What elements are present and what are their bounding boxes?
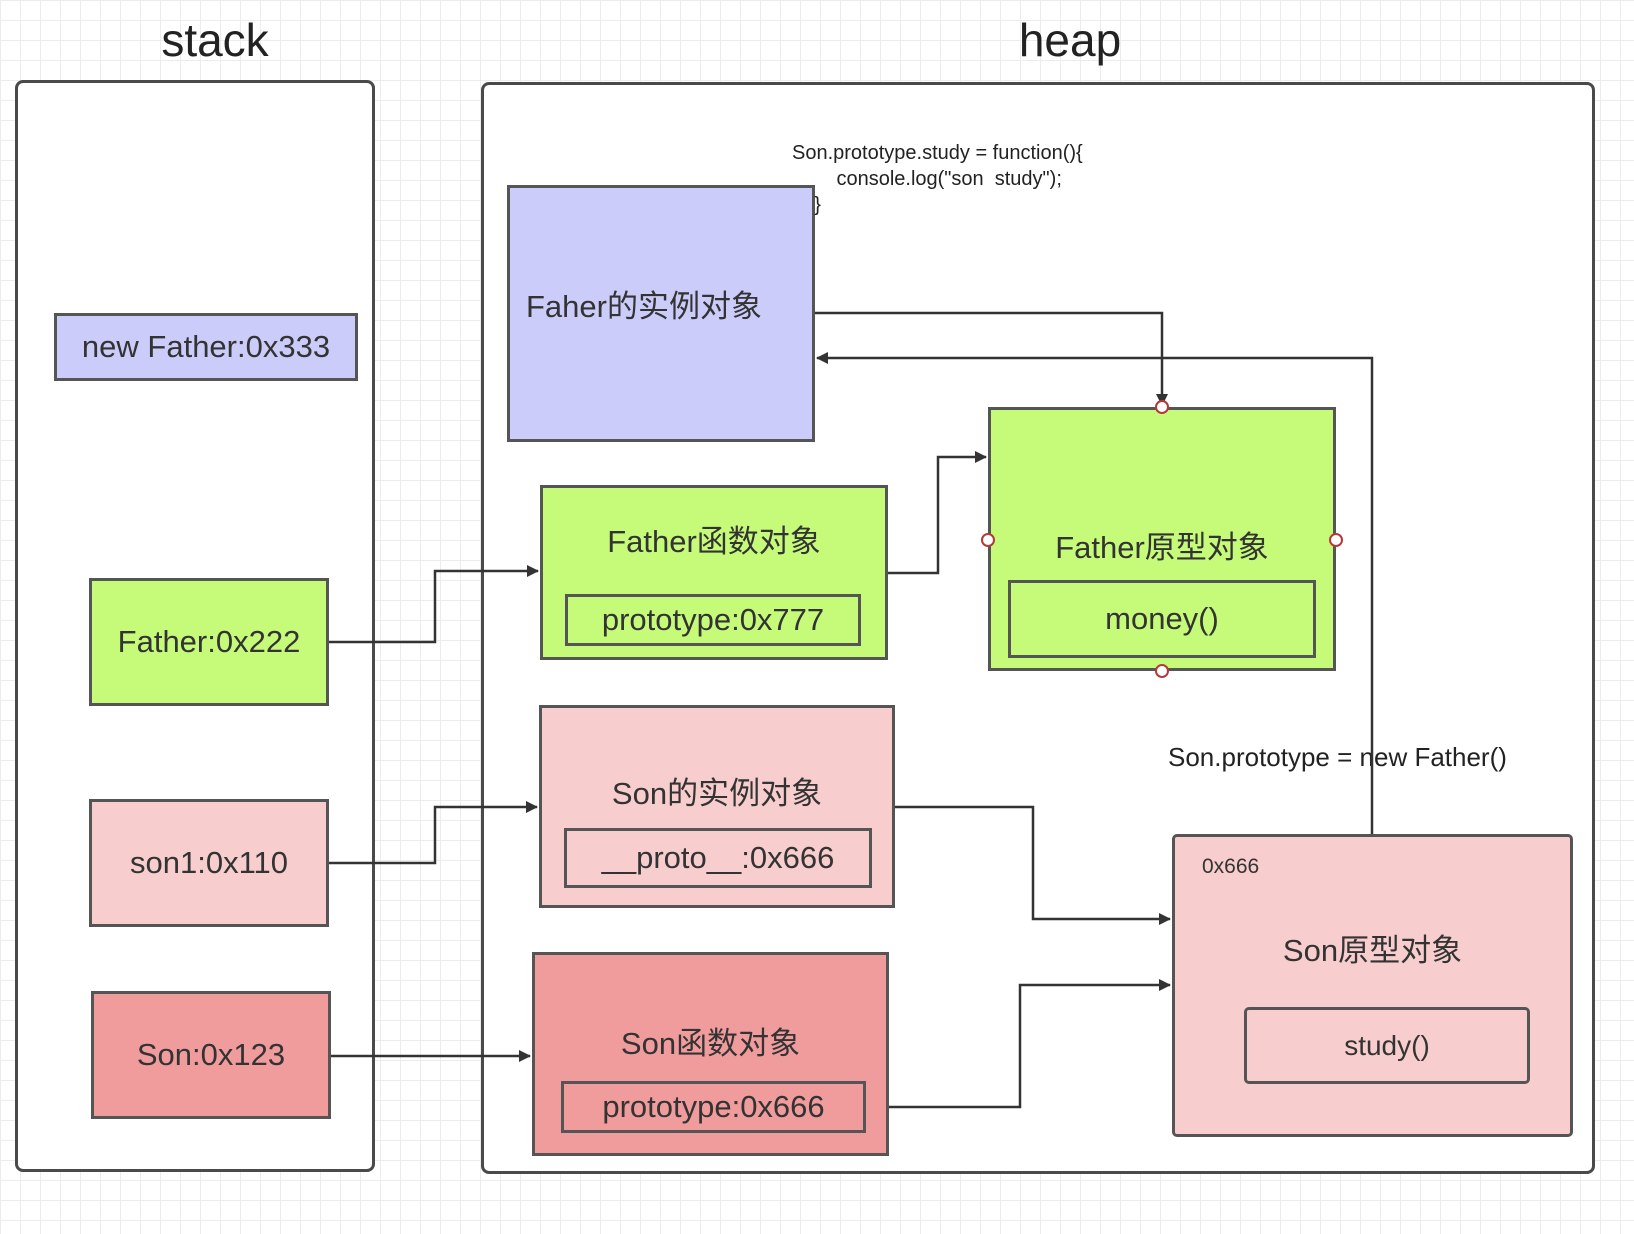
link-son-prototype-to-father-instance [816, 352, 1374, 834]
link-function-to-father-prototype [888, 451, 987, 575]
port-left [981, 533, 995, 547]
port-top [1155, 400, 1169, 414]
link-son1-to-instance [329, 801, 538, 865]
port-bottom [1155, 664, 1169, 678]
port-right [1329, 533, 1343, 547]
connectors [329, 311, 1374, 1109]
link-son-function-to-son-prototype [889, 979, 1171, 1109]
link-father-to-function [329, 565, 539, 644]
link-son-instance-to-son-prototype [895, 805, 1171, 925]
